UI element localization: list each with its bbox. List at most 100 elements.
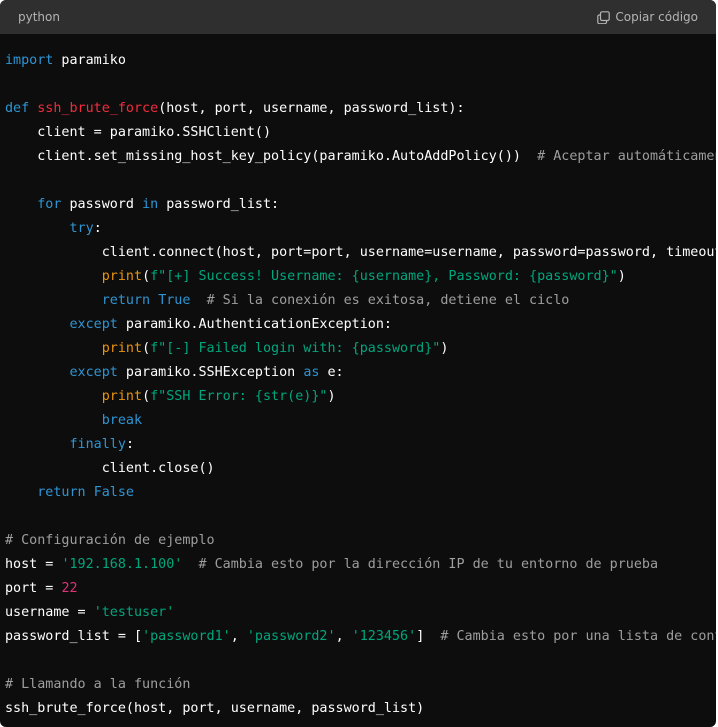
code-line: client = paramiko.SSHClient() (5, 121, 716, 145)
code-token: ( (142, 269, 151, 284)
code-line: except paramiko.SSHException as e: (5, 361, 716, 385)
code-token: ssh_brute_force (37, 101, 159, 116)
code-token: False (93, 485, 134, 500)
code-token: def (5, 101, 30, 116)
code-token: print (101, 269, 143, 284)
code-token: : (125, 437, 134, 452)
code-token: ) (617, 269, 626, 284)
code-line: return False (5, 481, 716, 505)
code-line: print(f"SSH Error: {str(e)}") (5, 385, 716, 409)
code-token: client = paramiko.SSHClient() (5, 125, 272, 140)
code-token: f"[-] Failed login with: {password}" (150, 341, 441, 356)
code-token: # Llamando a la función (5, 677, 191, 692)
code-line: import paramiko (5, 49, 716, 73)
code-token: except (69, 365, 118, 380)
code-line: # Llamando a la función (5, 673, 716, 697)
code-token: return (37, 485, 86, 500)
code-token: client.close() (5, 461, 215, 476)
code-token: in (142, 197, 159, 212)
code-line: client.close() (5, 457, 716, 481)
code-token: True (158, 293, 191, 308)
code-token: ssh_brute_force(host, port, username, pa… (5, 701, 425, 716)
code-line: client.connect(host, port=port, username… (5, 241, 716, 265)
code-line: break (5, 409, 716, 433)
copy-code-label: Copiar código (615, 10, 698, 24)
code-token: password (61, 197, 143, 212)
code-token: 'password2' (246, 629, 336, 644)
code-token: print (101, 389, 143, 404)
code-line: port = 22 (5, 577, 716, 601)
code-line: print(f"[-] Failed login with: {password… (5, 337, 716, 361)
code-token: (host, port, username, password_list): (158, 101, 465, 116)
code-token: , (335, 629, 352, 644)
code-token: try (69, 221, 94, 236)
code-token: ) (440, 341, 449, 356)
code-token: password_list = [ (5, 629, 143, 644)
code-line: ssh_brute_force(host, port, username, pa… (5, 697, 716, 721)
code-line: return True # Si la conexión es exitosa,… (5, 289, 716, 313)
code-token: 'testuser' (93, 605, 175, 620)
code-token: except (69, 317, 118, 332)
code-token: : (93, 221, 102, 236)
copy-code-button[interactable]: Copiar código (597, 10, 698, 24)
code-token: client.connect(host, port=port, username… (5, 245, 716, 260)
code-line: except paramiko.AuthenticationException: (5, 313, 716, 337)
code-token: host = (5, 557, 62, 572)
code-token: # Aceptar automáticamente (537, 149, 716, 164)
code-line: # Configuración de ejemplo (5, 529, 716, 553)
code-token: ( (142, 341, 151, 356)
code-header: python Copiar código (0, 0, 716, 34)
code-line: host = '192.168.1.100' # Cambia esto por… (5, 553, 716, 577)
code-token: '123456' (351, 629, 417, 644)
code-block: python Copiar código import paramiko def… (0, 0, 716, 727)
code-token: # Cambia esto por la dirección IP de tu … (198, 557, 659, 572)
code-token: # Si la conexión es exitosa, detiene el … (206, 293, 570, 308)
code-token: return (101, 293, 151, 308)
code-token: break (101, 413, 143, 428)
code-token: # Configuración de ejemplo (5, 533, 215, 548)
language-label: python (18, 10, 60, 24)
code-token: paramiko (53, 53, 126, 68)
code-token: port = (5, 581, 62, 596)
code-token: ] (416, 629, 441, 644)
code-token: username = (5, 605, 94, 620)
code-line: print(f"[+] Success! Username: {username… (5, 265, 716, 289)
code-token: ( (142, 389, 151, 404)
code-content[interactable]: import paramiko def ssh_brute_force(host… (0, 49, 716, 721)
code-line: def ssh_brute_force(host, port, username… (5, 97, 716, 121)
code-token: client.set_missing_host_key_policy(param… (5, 149, 538, 164)
code-token: paramiko.SSHException (117, 365, 304, 380)
code-token: , (230, 629, 247, 644)
code-token: '192.168.1.100' (61, 557, 183, 572)
code-token: 22 (61, 581, 78, 596)
code-token: 'password1' (142, 629, 231, 644)
code-token: e: (319, 365, 344, 380)
code-token: f"SSH Error: {str(e)}" (150, 389, 328, 404)
code-token: print (101, 341, 143, 356)
code-line: username = 'testuser' (5, 601, 716, 625)
code-token: import (5, 53, 54, 68)
code-line: try: (5, 217, 716, 241)
copy-icon (597, 10, 611, 24)
code-line: finally: (5, 433, 716, 457)
code-token: for (37, 197, 62, 212)
code-token: # Cambia esto por una lista de contras (440, 629, 716, 644)
